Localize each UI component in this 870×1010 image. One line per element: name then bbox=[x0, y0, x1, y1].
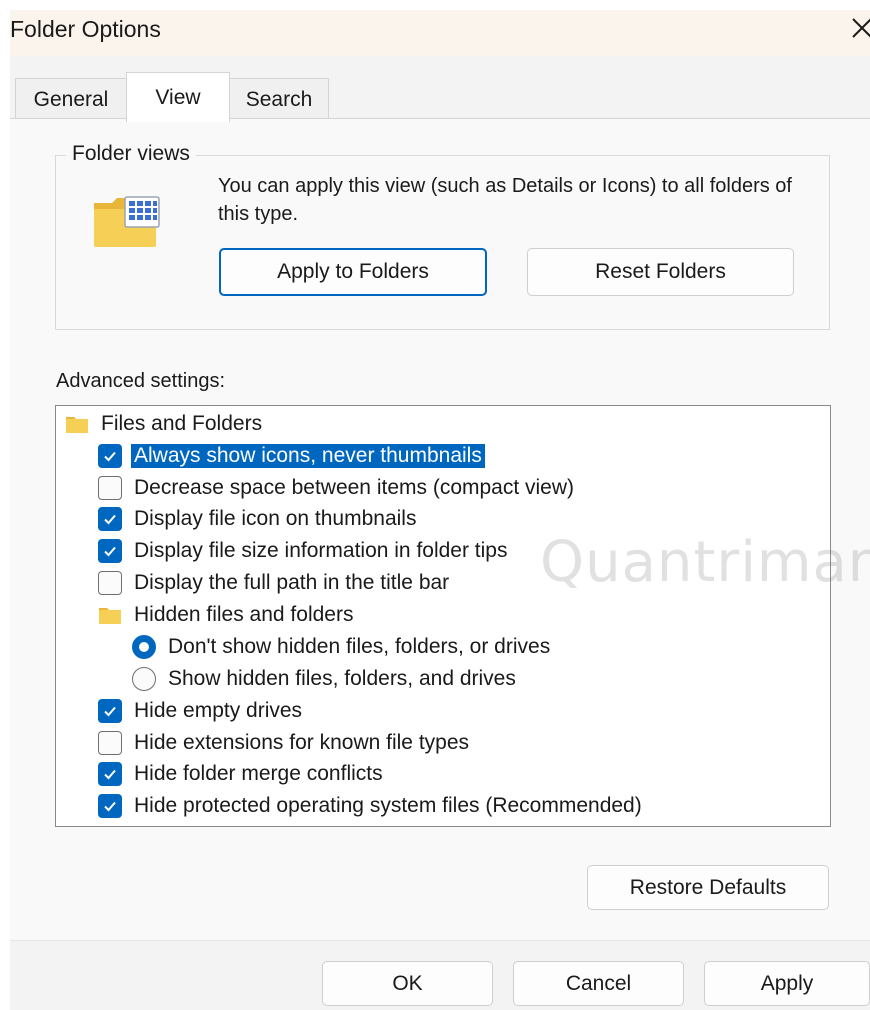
tree-item-label: Display the full path in the title bar bbox=[134, 570, 450, 594]
tree-item-label: Decrease space between items (compact vi… bbox=[134, 475, 575, 499]
restore-defaults-label: Restore Defaults bbox=[629, 875, 787, 899]
option-hide-extensions[interactable]: Hide extensions for known file types bbox=[98, 727, 469, 758]
checkbox-checked-icon[interactable] bbox=[98, 443, 122, 468]
checkbox-checked-icon[interactable] bbox=[98, 761, 122, 786]
tree-item-label: Hide extensions for known file types bbox=[134, 730, 470, 754]
checkbox-unchecked-icon[interactable] bbox=[98, 730, 122, 755]
option-full-path-in-title[interactable]: Display the full path in the title bar bbox=[98, 567, 449, 598]
tree-item-label: Don't show hidden files, folders, or dri… bbox=[168, 634, 551, 658]
option-hide-empty-drives[interactable]: Hide empty drives bbox=[98, 695, 302, 726]
advanced-settings-label: Advanced settings: bbox=[56, 370, 225, 392]
folder-icon bbox=[99, 607, 121, 624]
option-dont-show-hidden[interactable]: Don't show hidden files, folders, or dri… bbox=[132, 631, 550, 662]
tab-search-label: Search bbox=[245, 87, 313, 111]
tab-view-label: View bbox=[155, 85, 201, 109]
ok-button[interactable]: OK bbox=[322, 961, 493, 1006]
tree-item-label: Hide protected operating system files (R… bbox=[134, 793, 642, 817]
option-show-hidden[interactable]: Show hidden files, folders, and drives bbox=[132, 663, 516, 694]
tree-folder-hidden-files[interactable]: Hidden files and folders bbox=[98, 599, 353, 630]
radio-selected-icon[interactable] bbox=[132, 634, 156, 659]
cancel-label: Cancel bbox=[565, 971, 632, 995]
reset-folders-button[interactable]: Reset Folders bbox=[527, 248, 794, 296]
advanced-settings-tree[interactable]: Files and Folders Always show icons, nev… bbox=[55, 405, 831, 827]
option-file-size-in-tips[interactable]: Display file size information in folder … bbox=[98, 535, 508, 566]
tree-item-label: Hidden files and folders bbox=[134, 602, 354, 626]
folder-view-icon bbox=[94, 196, 160, 247]
option-hide-protected-os-files[interactable]: Hide protected operating system files (R… bbox=[98, 790, 642, 821]
ok-label: OK bbox=[392, 971, 423, 995]
folder-views-description: You can apply this view (such as Details… bbox=[218, 175, 792, 225]
tree-folder-files-and-folders[interactable]: Files and Folders bbox=[65, 408, 262, 439]
close-icon bbox=[852, 18, 870, 38]
apply-label: Apply bbox=[760, 971, 814, 995]
tree-item-label: Display file icon on thumbnails bbox=[134, 506, 417, 530]
checkbox-checked-icon[interactable] bbox=[98, 698, 122, 723]
tab-general[interactable]: General bbox=[15, 78, 127, 120]
tree-item-label: Hide folder merge conflicts bbox=[134, 761, 383, 785]
option-compact-view[interactable]: Decrease space between items (compact vi… bbox=[98, 472, 574, 503]
apply-to-folders-button[interactable]: Apply to Folders bbox=[219, 248, 487, 296]
tree-item-label: Always show icons, never thumbnails bbox=[131, 443, 485, 468]
title-bar: Folder Options bbox=[10, 10, 870, 56]
tree-item-label: Files and Folders bbox=[101, 411, 263, 435]
option-file-icon-on-thumbnails[interactable]: Display file icon on thumbnails bbox=[98, 503, 416, 534]
close-button[interactable] bbox=[844, 10, 870, 46]
option-hide-merge-conflicts[interactable]: Hide folder merge conflicts bbox=[98, 758, 383, 789]
option-always-show-icons[interactable]: Always show icons, never thumbnails bbox=[98, 440, 485, 471]
tree-item-label: Display file size information in folder … bbox=[134, 538, 508, 562]
checkbox-checked-icon[interactable] bbox=[98, 506, 122, 531]
restore-defaults-button[interactable]: Restore Defaults bbox=[587, 865, 829, 910]
checkbox-checked-icon[interactable] bbox=[98, 793, 122, 818]
tab-general-label: General bbox=[33, 87, 109, 111]
checkbox-checked-icon[interactable] bbox=[98, 538, 122, 563]
tree-item-label: Show hidden files, folders, and drives bbox=[168, 666, 516, 690]
reset-folders-label: Reset Folders bbox=[595, 260, 726, 283]
window-title: Folder Options bbox=[10, 16, 161, 42]
checkbox-unchecked-icon[interactable] bbox=[98, 475, 122, 500]
tab-search[interactable]: Search bbox=[229, 78, 329, 120]
tab-view[interactable]: View bbox=[126, 72, 230, 122]
tree-item-label: Hide empty drives bbox=[134, 698, 303, 722]
tab-strip: General View Search bbox=[10, 56, 870, 122]
folder-icon bbox=[66, 416, 88, 433]
apply-to-folders-label: Apply to Folders bbox=[277, 260, 429, 283]
apply-button[interactable]: Apply bbox=[704, 961, 870, 1006]
checkbox-unchecked-icon[interactable] bbox=[98, 570, 122, 595]
radio-unselected-icon[interactable] bbox=[132, 666, 156, 691]
cancel-button[interactable]: Cancel bbox=[513, 961, 684, 1006]
folder-views-legend: Folder views bbox=[66, 142, 196, 166]
